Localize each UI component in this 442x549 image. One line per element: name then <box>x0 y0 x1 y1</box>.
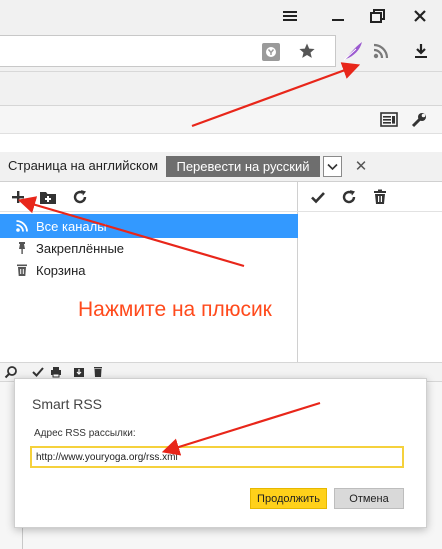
wrench-icon[interactable] <box>410 111 428 129</box>
feed-item-pinned[interactable]: Закреплённые <box>0 236 298 260</box>
page-toolbar <box>0 106 442 134</box>
rss-url-input[interactable] <box>30 446 404 468</box>
check-icon[interactable] <box>32 366 44 378</box>
download-icon[interactable] <box>73 366 85 378</box>
cancel-button[interactable]: Отмена <box>334 488 404 509</box>
translate-button[interactable]: Перевести на русский <box>166 156 320 177</box>
rss-icon <box>14 218 30 234</box>
continue-button[interactable]: Продолжить <box>250 488 327 509</box>
rss-icon[interactable] <box>372 42 390 60</box>
star-icon[interactable] <box>298 42 316 60</box>
minimize-icon[interactable] <box>326 6 350 26</box>
pin-icon <box>14 240 30 256</box>
add-folder-icon[interactable] <box>38 187 58 207</box>
translate-label: Страница на английском <box>8 158 159 173</box>
feed-item-label: Все каналы <box>36 218 107 234</box>
add-feed-plus-icon[interactable] <box>8 187 28 207</box>
translate-dropdown[interactable] <box>323 156 342 177</box>
close-icon[interactable] <box>408 6 432 26</box>
translate-close-icon[interactable]: ✕ <box>354 156 368 176</box>
trash-icon[interactable] <box>370 187 390 207</box>
dialog-title: Smart RSS <box>32 396 103 412</box>
search-icon[interactable] <box>4 365 18 379</box>
feed-item-label: Корзина <box>36 262 86 278</box>
feed-item-label: Закреплённые <box>36 240 125 256</box>
yandex-shield-icon[interactable] <box>262 43 280 61</box>
address-bar[interactable] <box>0 35 336 67</box>
reader-icon[interactable] <box>380 111 398 129</box>
restore-icon[interactable] <box>366 6 390 26</box>
bookmarks-bar <box>0 72 442 106</box>
refresh-articles-icon[interactable] <box>339 187 359 207</box>
refresh-icon[interactable] <box>70 187 90 207</box>
mark-read-check-icon[interactable] <box>308 187 328 207</box>
print-icon[interactable] <box>50 366 62 378</box>
page-gap <box>0 134 442 152</box>
hint-text: Нажмите на плюсик <box>78 298 272 321</box>
download-icon[interactable] <box>412 42 430 60</box>
feed-item-all[interactable]: Все каналы <box>0 214 298 238</box>
trash-icon[interactable] <box>92 366 104 378</box>
trash-icon <box>14 262 30 278</box>
chevron-down-icon <box>327 163 338 170</box>
menu-icon[interactable] <box>278 6 302 26</box>
rss-url-label: Адрес RSS рассылки: <box>34 428 136 439</box>
feed-item-trash[interactable]: Корзина <box>0 258 298 282</box>
feather-icon[interactable] <box>342 40 364 62</box>
